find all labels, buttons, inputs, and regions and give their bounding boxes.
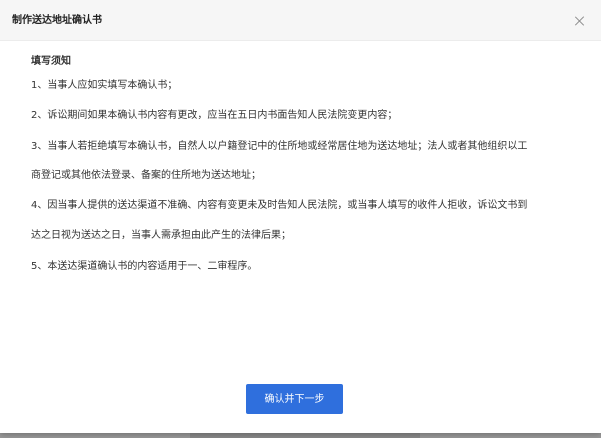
notice-line: 4、因当事人提供的送达渠道不准确、内容有变更未及时告知人民法院，或当事人填写的收…: [31, 200, 528, 211]
dialog-title: 制作送达地址确认书: [12, 15, 102, 26]
notice-line: 商登记或其他依法登录、备案的住所地为送达地址；: [31, 170, 261, 181]
confirm-next-button[interactable]: 确认并下一步: [246, 384, 343, 414]
notice-heading: 填写须知: [31, 56, 71, 67]
notice-line: 3、当事人若拒绝填写本确认书，自然人以户籍登记中的住所地或经常居住地为送达地址；…: [31, 141, 528, 152]
address-confirmation-dialog: 制作送达地址确认书 填写须知 1、当事人应如实填写本确认书； 2、诉讼期间如果本…: [0, 0, 601, 433]
notice-line: 达之日视为送达之日，当事人需承担由此产生的法律后果；: [31, 230, 291, 241]
notice-line: 1、当事人应如实填写本确认书；: [31, 80, 178, 91]
notice-line: 5、本送达渠道确认书的内容适用于一、二审程序。: [31, 261, 258, 272]
close-icon[interactable]: [574, 15, 586, 27]
dialog-header: 制作送达地址确认书: [0, 0, 601, 41]
notice-line: 2、诉讼期间如果本确认书内容有更改，应当在五日内书面告知人民法院变更内容；: [31, 110, 398, 121]
